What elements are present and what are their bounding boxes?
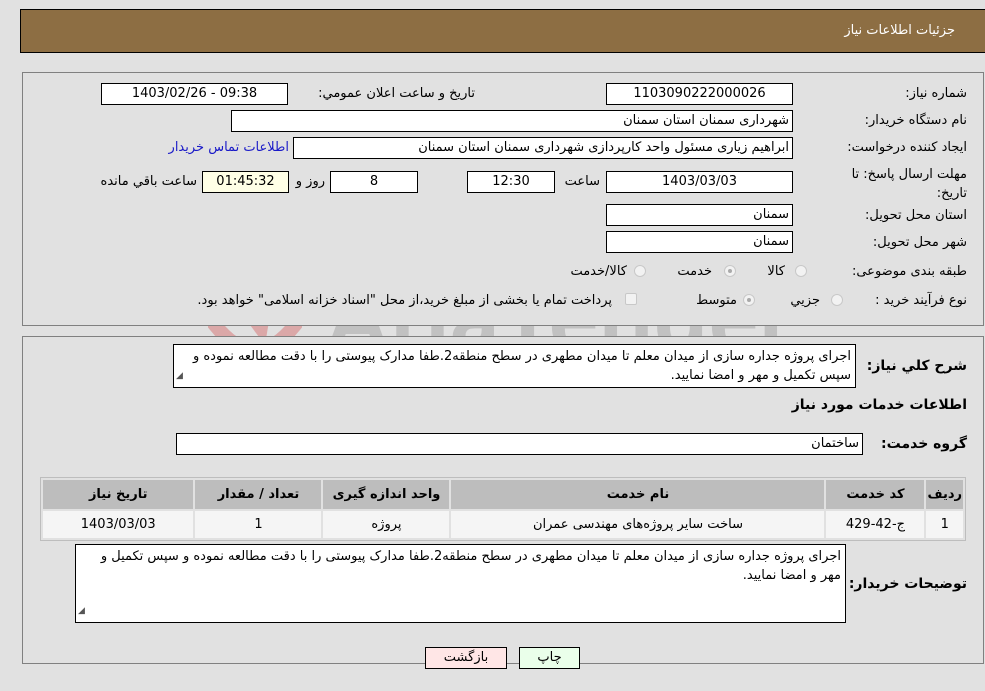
buyer-contact-link[interactable]: اطلاعات تماس خريدار: [169, 140, 289, 155]
purchase-type-label: نوع فرآيند خريد :: [875, 293, 967, 308]
cell-service-name: ساخت سایر پروژه‌های مهندسی عمران: [451, 511, 825, 538]
resize-grip-icon[interactable]: ◢: [176, 367, 183, 386]
category-radio-goods[interactable]: [795, 265, 807, 277]
cell-row-number: 1: [926, 511, 963, 538]
col-unit: واحد اندازه گيری: [323, 480, 450, 509]
need-number-field: 1103090222000026: [606, 83, 793, 105]
col-row-number: رديف: [926, 480, 963, 509]
buyer-org-label: نام دستگاه خريدار:: [864, 113, 967, 128]
category-option-goods-service: کالا/خدمت: [570, 264, 627, 279]
buyer-notes-textarea[interactable]: اجرای پروژه جداره سازی از میدان معلم تا …: [75, 544, 846, 623]
city-field: سمنان: [606, 231, 793, 253]
col-need-date: تاريخ نياز: [43, 480, 194, 509]
deadline-date-field: 1403/03/03: [606, 171, 793, 193]
page-header: جزئیات اطلاعات نیاز: [20, 9, 985, 53]
deadline-time-label: ساعت: [564, 174, 600, 189]
creator-label: ايجاد کننده درخواست:: [847, 140, 967, 155]
creator-field: ابراهیم زیاری مسئول واحد کارپردازی شهردا…: [293, 137, 793, 159]
service-group-field: ساختمان: [176, 433, 863, 455]
cell-quantity: 1: [195, 511, 322, 538]
summary-textarea[interactable]: اجرای پروژه جداره سازی از میدان معلم تا …: [173, 344, 856, 388]
treasury-note: پرداخت تمام يا بخشی از مبلغ خريد،از محل …: [197, 293, 612, 308]
announce-label: تاريخ و ساعت اعلان عمومي:: [318, 86, 475, 101]
cell-need-date: 1403/03/03: [43, 511, 194, 538]
col-service-name: نام خدمت: [451, 480, 825, 509]
purchase-option-minor: جزيي: [790, 293, 820, 308]
province-field: سمنان: [606, 204, 793, 226]
summary-label: شرح کلي نياز:: [866, 358, 967, 374]
print-button[interactable]: چاپ: [519, 647, 580, 669]
cell-service-code: ج-42-429: [826, 511, 925, 538]
remaining-label: ساعت باقي مانده: [100, 174, 197, 189]
page-title: جزئیات اطلاعات نیاز: [844, 23, 955, 38]
purchase-radio-minor[interactable]: [831, 294, 843, 306]
purchase-radio-medium[interactable]: [743, 294, 755, 306]
announce-field: 1403/02/26 - 09:38: [101, 83, 288, 105]
summary-text: اجرای پروژه جداره سازی از میدان معلم تا …: [192, 349, 851, 383]
days-label: روز و: [295, 174, 325, 189]
cell-unit: پروژه: [323, 511, 450, 538]
buyer-org-field: شهرداری سمنان استان سمنان: [231, 110, 793, 132]
back-button[interactable]: بازگشت: [425, 647, 507, 669]
category-radio-goods-service[interactable]: [634, 265, 646, 277]
table-header-row: رديف کد خدمت نام خدمت واحد اندازه گيری ت…: [43, 480, 963, 509]
province-label: استان محل تحويل:: [865, 208, 967, 223]
days-field: 8: [330, 171, 418, 193]
category-option-service: خدمت: [677, 264, 712, 279]
deadline-label: مهلت ارسال پاسخ: تا تاريخ:: [851, 167, 967, 201]
category-option-goods: کالا: [767, 264, 785, 279]
buyer-notes-label: توضيحات خريدار:: [848, 576, 967, 592]
remaining-time-field: 01:45:32: [202, 171, 289, 193]
buyer-notes-text: اجرای پروژه جداره سازی از میدان معلم تا …: [100, 549, 841, 583]
services-section-title: اطلاعات خدمات مورد نياز: [791, 397, 967, 413]
resize-grip-icon[interactable]: ◢: [78, 602, 85, 621]
treasury-checkbox[interactable]: [625, 293, 637, 305]
col-quantity: تعداد / مقدار: [195, 480, 322, 509]
service-group-label: گروه خدمت:: [881, 436, 967, 452]
category-label: طبقه بندی موضوعی:: [851, 264, 967, 279]
table-row: 1 ج-42-429 ساخت سایر پروژه‌های مهندسی عم…: [43, 511, 963, 538]
need-number-label: شماره نیاز:: [905, 86, 967, 101]
purchase-option-medium: متوسط: [696, 293, 737, 308]
category-radio-service[interactable]: [724, 265, 736, 277]
services-table: رديف کد خدمت نام خدمت واحد اندازه گيری ت…: [40, 477, 966, 541]
deadline-time-field: 12:30: [467, 171, 555, 193]
col-service-code: کد خدمت: [826, 480, 925, 509]
city-label: شهر محل تحويل:: [872, 235, 967, 250]
